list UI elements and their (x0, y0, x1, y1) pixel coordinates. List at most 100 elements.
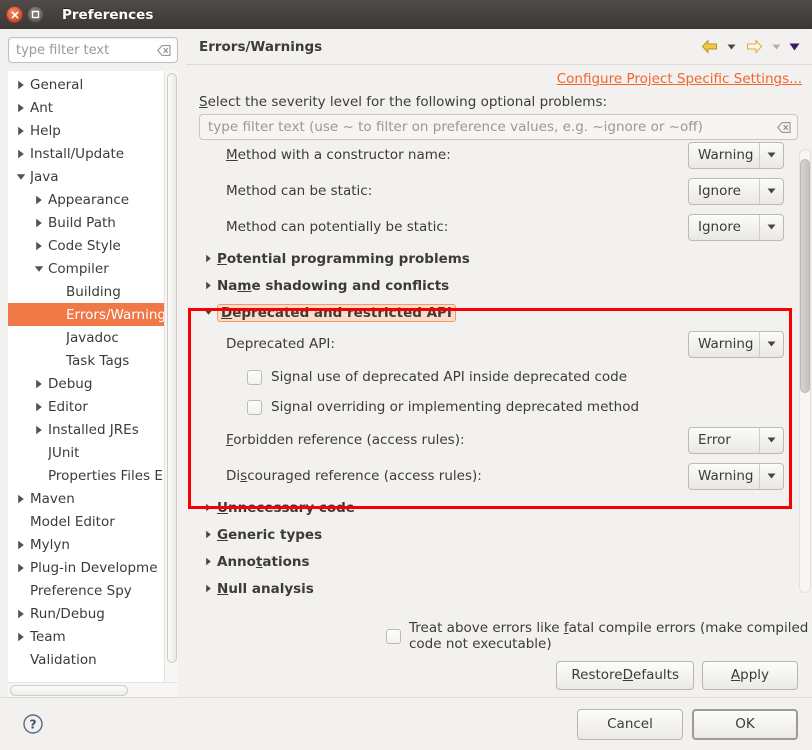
sidebar-item-help[interactable]: Help (8, 119, 178, 142)
sidebar-item-preference-spy[interactable]: Preference Spy (8, 579, 178, 602)
sidebar-item-junit[interactable]: JUnit (8, 441, 178, 464)
scrollbar-thumb[interactable] (167, 73, 177, 663)
severity-dropdown-method-can-be-static[interactable]: Ignore (688, 177, 784, 205)
chevron-right-icon[interactable] (12, 540, 30, 550)
sidebar-item-errors-warning[interactable]: Errors/Warning (8, 303, 178, 326)
chevron-right-icon[interactable] (199, 530, 217, 539)
sidebar-item-team[interactable]: Team (8, 625, 178, 648)
sidebar-filter[interactable] (8, 37, 178, 63)
chevron-right-icon[interactable] (12, 149, 30, 159)
forward-chevron-down-icon[interactable] (769, 36, 784, 58)
chevron-right-icon[interactable] (30, 425, 48, 435)
section-header-name-shadowing-and-conflicts[interactable]: Name shadowing and conflicts (199, 272, 798, 299)
chevron-right-icon[interactable] (12, 103, 30, 113)
chevron-down-icon[interactable] (30, 265, 48, 273)
severity-dropdown-method-can-potentially-be-static[interactable]: Ignore (688, 213, 784, 241)
section-header-null-analysis[interactable]: Null analysis (199, 575, 798, 602)
sidebar-item-debug[interactable]: Debug (8, 372, 178, 395)
chevron-right-icon[interactable] (12, 126, 30, 136)
chevron-right-icon[interactable] (199, 503, 217, 512)
sidebar-item-model-editor[interactable]: Model Editor (8, 510, 178, 533)
chevron-right-icon[interactable] (199, 584, 217, 593)
help-icon[interactable]: ? (22, 713, 44, 735)
checkbox[interactable] (247, 369, 262, 385)
section-header-generic-types[interactable]: Generic types (199, 521, 798, 548)
sidebar-item-ant[interactable]: Ant (8, 96, 178, 119)
fatal-errors-row[interactable]: Treat above errors like fatal compile er… (186, 619, 812, 653)
checkbox-row-signal-overriding-or-implementing-deprecated-method[interactable]: Signal overriding or implementing deprec… (199, 392, 798, 422)
sidebar-tree[interactable]: General Ant Help Install/Update Java Appearan… (8, 71, 178, 682)
chevron-down-icon[interactable] (759, 142, 783, 168)
chevron-down-icon[interactable] (759, 427, 783, 453)
sidebar-item-mylyn[interactable]: Mylyn (8, 533, 178, 556)
severity-dropdown-forbidden-reference-access-rules[interactable]: Error (688, 426, 784, 454)
sidebar-item-code-style[interactable]: Code Style (8, 234, 178, 257)
sidebar-item-javadoc[interactable]: Javadoc (8, 326, 178, 349)
chevron-right-icon[interactable] (199, 557, 217, 566)
options-filter-input[interactable] (200, 119, 797, 135)
chevron-right-icon[interactable] (12, 80, 30, 90)
chevron-down-icon[interactable] (759, 331, 783, 357)
sidebar-item-appearance[interactable]: Appearance (8, 188, 178, 211)
sidebar-item-compiler[interactable]: Compiler (8, 257, 178, 280)
chevron-right-icon[interactable] (30, 218, 48, 228)
close-icon[interactable] (6, 6, 23, 23)
chevron-right-icon[interactable] (12, 632, 30, 642)
sidebar-item-maven[interactable]: Maven (8, 487, 178, 510)
chevron-down-icon[interactable] (199, 309, 217, 316)
sidebar-tree-horizontal-scrollbar[interactable] (8, 682, 178, 697)
sidebar-item-properties-files-e[interactable]: Properties Files E (8, 464, 178, 487)
sidebar-item-general[interactable]: General (8, 73, 178, 96)
chevron-down-icon[interactable] (759, 178, 783, 204)
section-header-potential-programming-problems[interactable]: Potential programming problems (199, 245, 798, 272)
scrollbar-thumb[interactable] (800, 159, 810, 393)
chevron-down-icon[interactable] (12, 173, 30, 181)
fatal-errors-checkbox[interactable] (386, 628, 401, 644)
clear-icon[interactable] (777, 121, 791, 133)
chevron-right-icon[interactable] (12, 494, 30, 504)
cancel-button[interactable]: Cancel (577, 708, 683, 740)
forward-arrow-icon[interactable] (742, 36, 766, 58)
section-header-unnecessary-code[interactable]: Unnecessary code (199, 494, 798, 521)
checkbox[interactable] (247, 399, 262, 415)
back-chevron-down-icon[interactable] (724, 36, 739, 58)
checkbox-row-signal-use-of-deprecated-api-inside-deprecated-code[interactable]: Signal use of deprecated API inside depr… (199, 362, 798, 392)
sidebar-item-installed-jres[interactable]: Installed JREs (8, 418, 178, 441)
chevron-right-icon[interactable] (30, 379, 48, 389)
chevron-down-icon[interactable] (759, 214, 783, 240)
options-vertical-scrollbar[interactable] (798, 143, 812, 619)
sidebar-item-validation[interactable]: Validation (8, 648, 178, 671)
sidebar-tree-vertical-scrollbar[interactable] (164, 71, 178, 682)
chevron-right-icon[interactable] (12, 609, 30, 619)
severity-dropdown-discouraged-reference-access-rules[interactable]: Warning (688, 462, 784, 490)
configure-project-specific-settings-link[interactable]: Configure Project Specific Settings... (557, 71, 802, 87)
sidebar-item-java[interactable]: Java (8, 165, 178, 188)
sidebar-item-run-debug[interactable]: Run/Debug (8, 602, 178, 625)
maximize-icon[interactable] (27, 6, 44, 23)
chevron-right-icon[interactable] (30, 402, 48, 412)
chevron-right-icon[interactable] (30, 241, 48, 251)
apply-button[interactable]: Apply (702, 660, 798, 690)
restore-defaults-button[interactable]: Restore Defaults (556, 660, 694, 690)
chevron-right-icon[interactable] (199, 281, 217, 290)
chevron-right-icon[interactable] (12, 563, 30, 573)
sidebar-item-task-tags[interactable]: Task Tags (8, 349, 178, 372)
sidebar-item-plug-in-developme[interactable]: Plug-in Developme (8, 556, 178, 579)
sidebar-item-build-path[interactable]: Build Path (8, 211, 178, 234)
search-input[interactable] (9, 42, 177, 58)
section-header-annotations[interactable]: Annotations (199, 548, 798, 575)
chevron-right-icon[interactable] (30, 195, 48, 205)
severity-dropdown-method-with-a-constructor-name[interactable]: Warning (688, 141, 784, 169)
sidebar-item-install-update[interactable]: Install/Update (8, 142, 178, 165)
clear-icon[interactable] (157, 44, 171, 56)
ok-button[interactable]: OK (692, 708, 798, 740)
scrollbar-thumb[interactable] (10, 685, 128, 696)
section-header-deprecated-and-restricted-api[interactable]: Deprecated and restricted API (199, 299, 798, 326)
severity-dropdown-deprecated-api[interactable]: Warning (688, 330, 784, 358)
chevron-down-icon[interactable] (759, 463, 783, 489)
chevron-right-icon[interactable] (199, 254, 217, 263)
page-menu-chevron-down-icon[interactable] (787, 36, 802, 58)
sidebar-item-building[interactable]: Building (8, 280, 178, 303)
sidebar-item-editor[interactable]: Editor (8, 395, 178, 418)
back-arrow-icon[interactable] (697, 36, 721, 58)
